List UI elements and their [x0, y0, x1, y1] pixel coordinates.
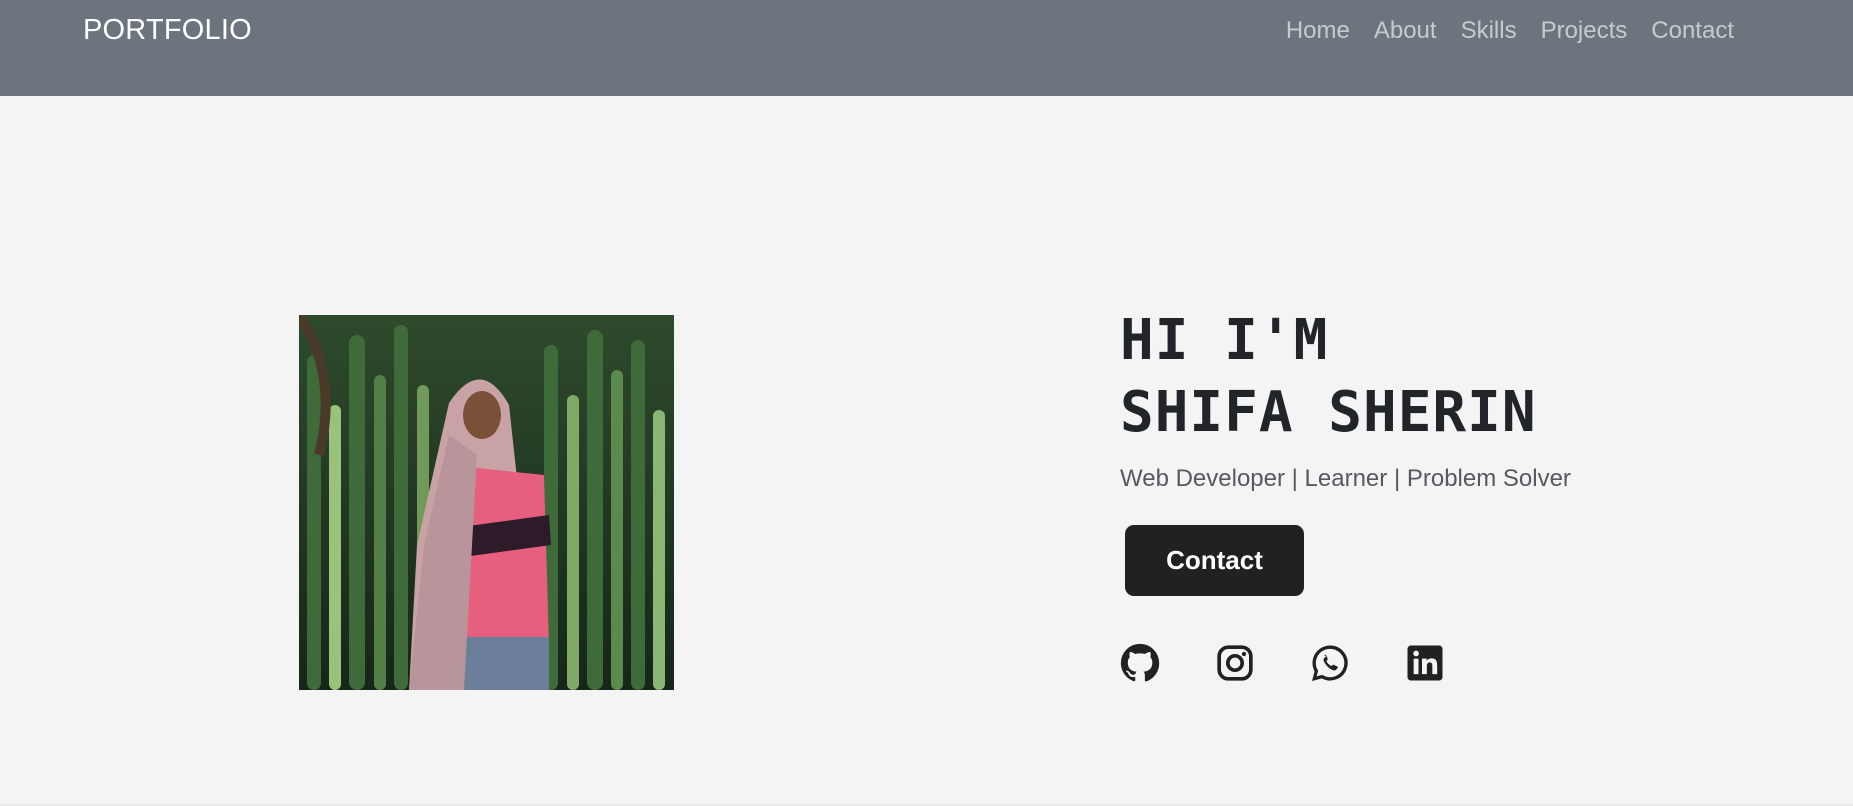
instagram-icon[interactable] [1215, 643, 1255, 683]
linkedin-icon[interactable] [1405, 643, 1445, 683]
profile-photo [299, 315, 674, 690]
contact-button[interactable]: Contact [1125, 525, 1304, 596]
nav-link-projects[interactable]: Projects [1541, 17, 1628, 45]
hero-tagline: Web Developer | Learner | Problem Solver [1120, 465, 1571, 492]
nav-link-about[interactable]: About [1374, 17, 1437, 45]
social-links [1120, 643, 1445, 683]
whatsapp-icon[interactable] [1310, 643, 1350, 683]
greeting-line-1: HI I'M [1120, 308, 1329, 373]
hero-intro: HI I'M SHIFA SHERIN Web Developer | Lear… [1120, 305, 1760, 682]
github-icon[interactable] [1120, 643, 1160, 683]
profile-photo-illustration [299, 315, 674, 690]
hero-heading: HI I'M SHIFA SHERIN [1120, 305, 1760, 449]
nav-link-home[interactable]: Home [1286, 17, 1350, 45]
brand-logo[interactable]: PORTFOLIO [83, 14, 252, 47]
nav-link-contact[interactable]: Contact [1651, 17, 1734, 45]
nav-link-skills[interactable]: Skills [1461, 17, 1517, 45]
nav-links: Home About Skills Projects Contact [1286, 17, 1734, 45]
greeting-line-2: SHIFA SHERIN [1120, 380, 1537, 445]
navbar: PORTFOLIO Home About Skills Projects Con… [0, 0, 1853, 96]
